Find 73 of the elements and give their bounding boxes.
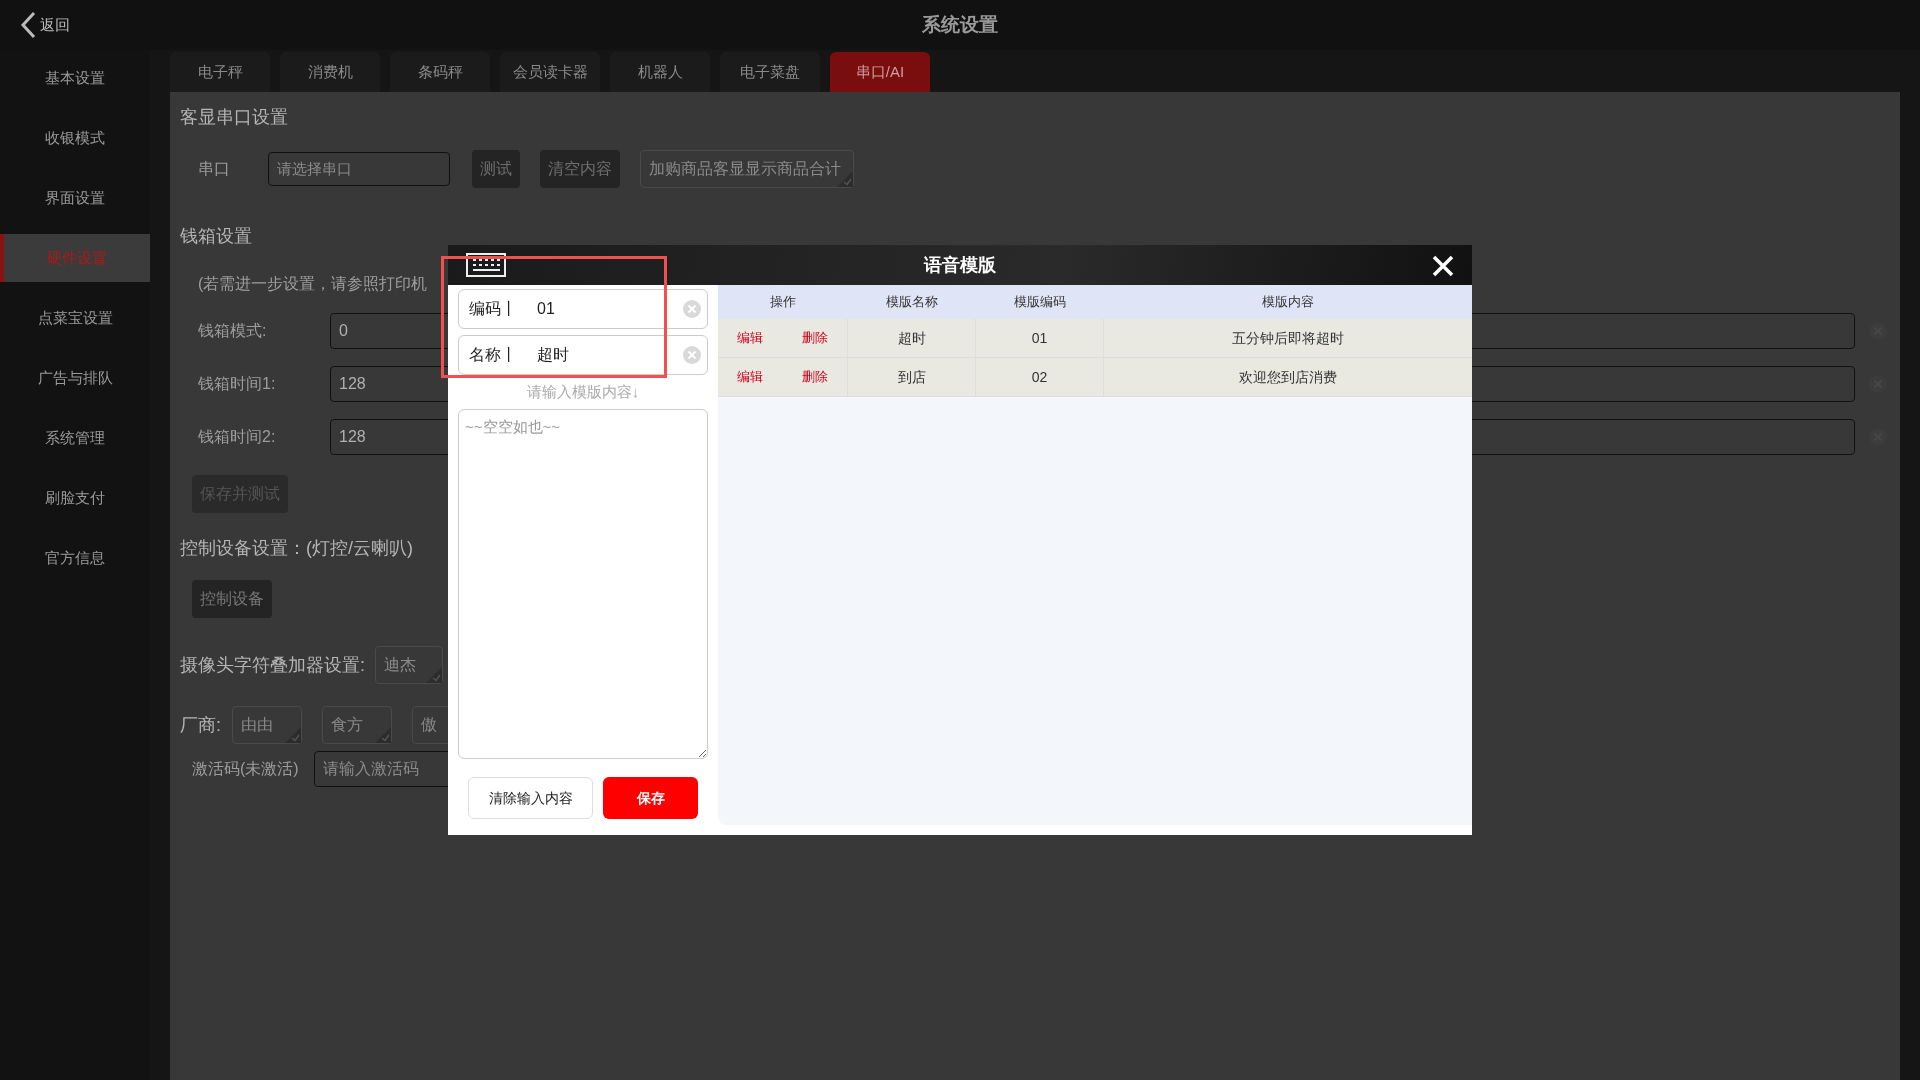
option-chip[interactable]: 加购商品客显显示商品合计 — [640, 150, 854, 188]
close-icon[interactable] — [1432, 255, 1454, 277]
delete-link[interactable]: 删除 — [801, 367, 828, 387]
sidebar-item[interactable]: 基本设置 — [0, 54, 150, 102]
tab[interactable]: 会员读卡器 — [500, 52, 600, 92]
sidebar-item[interactable]: 收银模式 — [0, 114, 150, 162]
field-value: 01 — [537, 299, 556, 319]
table-cell-text: 五分钟后即将超时 — [1231, 328, 1345, 348]
field-label: 摄像头字符叠加器设置: — [180, 653, 365, 677]
check-corner-icon — [285, 727, 301, 743]
clear-icon[interactable] — [683, 300, 701, 318]
field-value: 超时 — [537, 345, 570, 365]
tab[interactable]: 电子秤 — [170, 52, 270, 92]
field-label: 编码丨 — [469, 299, 518, 319]
sidebar-item[interactable]: 点菜宝设置 — [0, 294, 150, 342]
port-select[interactable]: 请选择串口 — [268, 152, 450, 186]
option-chip[interactable]: 迪杰 — [375, 646, 443, 684]
tab[interactable]: 条码秤 — [390, 52, 490, 92]
dialog-title: 语音模版 — [922, 253, 997, 277]
action-button[interactable]: 清空内容 — [540, 150, 620, 188]
sidebar-item[interactable]: 系统管理 — [0, 414, 150, 462]
column-header: 模版名称 — [885, 293, 939, 312]
content-hint: 请输入模版内容↓ — [525, 382, 641, 402]
field-label: 钱箱时间1: — [198, 374, 277, 394]
save-button[interactable]: 保存 — [603, 777, 698, 819]
field-label: 名称丨 — [469, 345, 518, 365]
edit-link[interactable]: 编辑 — [737, 328, 764, 348]
column-header: 模版内容 — [1261, 293, 1315, 312]
option-label: 傲 — [421, 715, 437, 735]
option-chip[interactable]: 由由 — [232, 706, 302, 744]
sidebar-item[interactable]: 广告与排队 — [0, 354, 150, 402]
tab[interactable]: 消费机 — [280, 52, 380, 92]
input-field[interactable]: 编码丨 01 — [458, 289, 708, 329]
tab[interactable]: 机器人 — [610, 52, 710, 92]
table-cell: 02 — [976, 358, 1104, 396]
edit-link[interactable]: 编辑 — [737, 367, 764, 387]
section-heading: 客显串口设置 — [180, 106, 289, 129]
table-cell-text: 欢迎您到店消费 — [1238, 367, 1338, 387]
page-title: 系统设置 — [921, 12, 999, 37]
note-text: (若需进一步设置，请参照打印机 — [197, 274, 428, 294]
delete-link[interactable]: 删除 — [801, 328, 828, 348]
control-device-button[interactable]: 控制设备 — [192, 580, 272, 618]
check-corner-icon — [375, 727, 391, 743]
action-button[interactable]: 测试 — [472, 150, 520, 188]
table-cell: 超时 — [848, 319, 976, 357]
option-chip[interactable]: 食方 — [322, 706, 392, 744]
option-label: 迪杰 — [384, 655, 416, 675]
field-label: 激活码(未激活) — [192, 759, 300, 779]
sidebar-item[interactable]: 刷脸支付 — [0, 474, 150, 522]
section-heading: 控制设备设置：(灯控/云喇叭) — [180, 537, 414, 560]
table-cell: 到店 — [848, 358, 976, 396]
option-label: 食方 — [331, 715, 363, 735]
sidebar-item[interactable]: 界面设置 — [0, 174, 150, 222]
clear-input-button[interactable]: 清除输入内容 — [468, 777, 593, 819]
option-label: 由由 — [241, 715, 273, 735]
section-heading: 钱箱设置 — [180, 225, 253, 248]
back-button[interactable]: 返回 — [20, 11, 70, 39]
field-label: 串口 — [198, 159, 231, 179]
field-label: 钱箱模式: — [198, 321, 268, 341]
field-label: 钱箱时间2: — [198, 427, 277, 447]
column-header: 操作 — [769, 293, 797, 312]
keyboard-icon[interactable] — [466, 253, 506, 277]
content-textarea[interactable]: ~~空空如也~~ — [458, 409, 708, 759]
tab[interactable]: 串口/AI — [830, 52, 930, 92]
check-corner-icon — [426, 667, 442, 683]
tab[interactable]: 电子菜盘 — [720, 52, 820, 92]
option-label: 加购商品客显显示商品合计 — [649, 159, 841, 179]
column-header: 模版编码 — [1013, 293, 1067, 312]
sidebar-item[interactable]: 官方信息 — [0, 534, 150, 582]
table-cell: 01 — [976, 319, 1104, 357]
field-label: 厂商: — [180, 713, 222, 737]
clear-icon[interactable] — [683, 346, 701, 364]
chevron-left-icon — [20, 11, 36, 39]
